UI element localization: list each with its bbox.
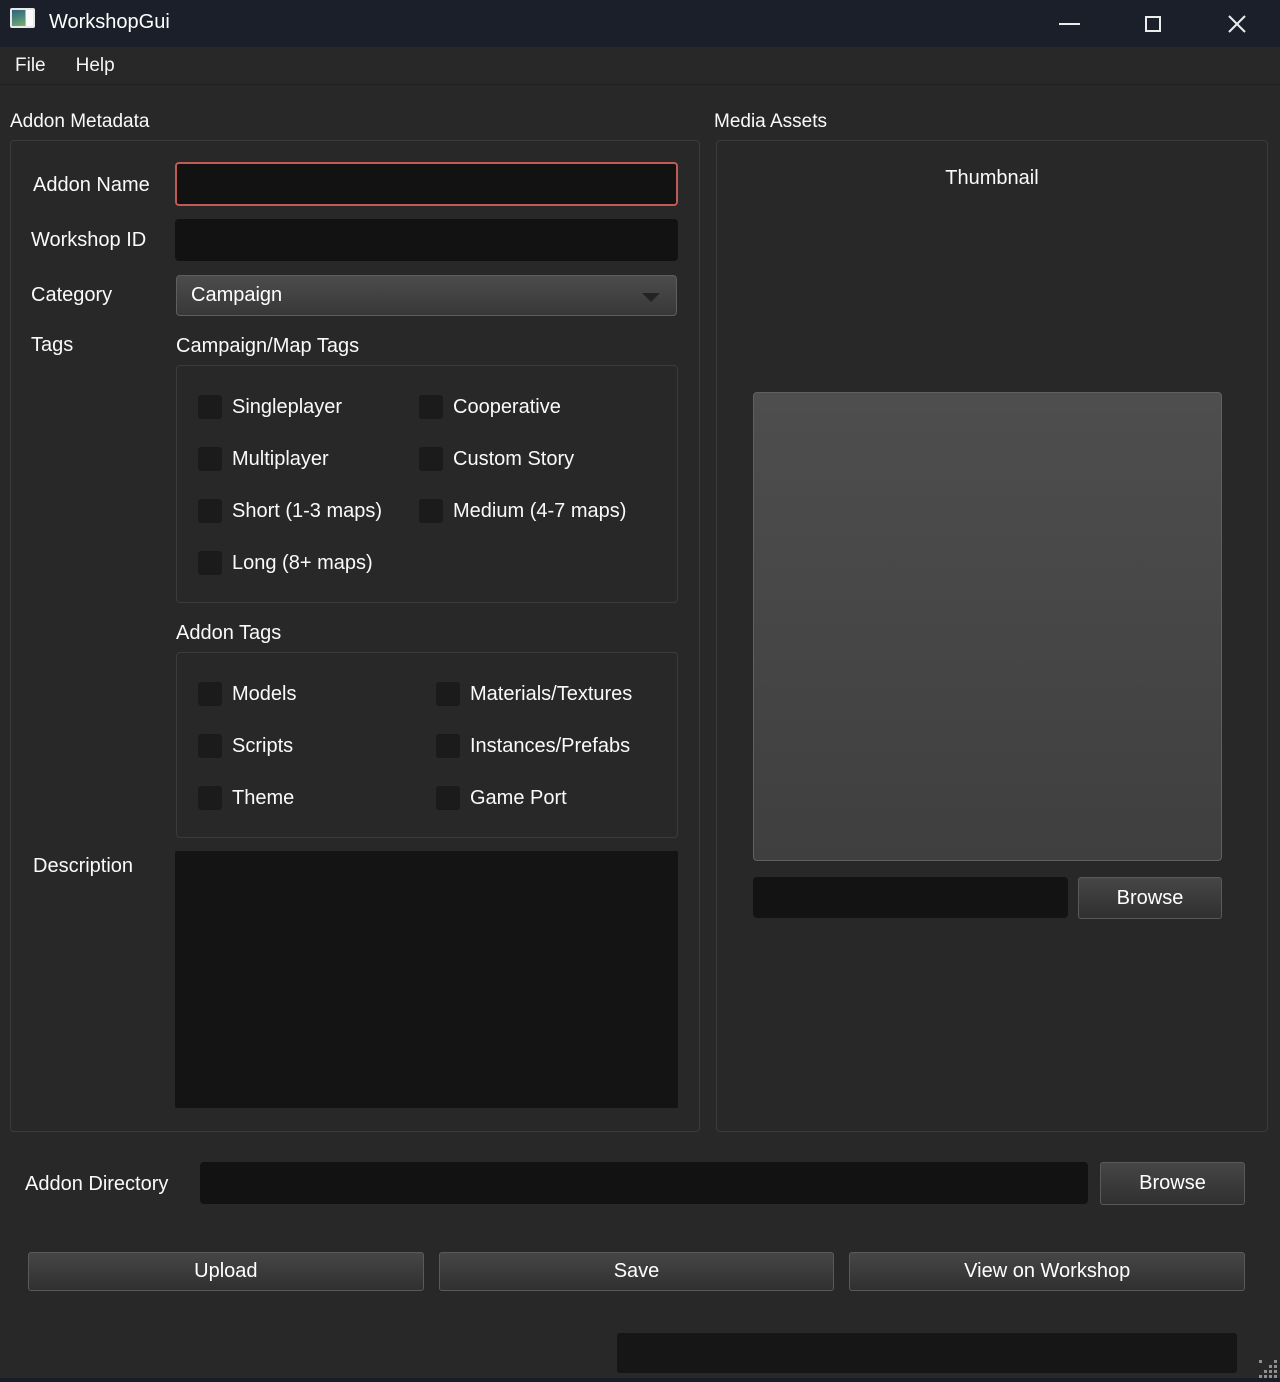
thumbnail-preview	[753, 392, 1222, 861]
status-field	[617, 1333, 1237, 1373]
checkbox[interactable]	[198, 551, 222, 575]
checkbox[interactable]	[419, 447, 443, 471]
checkbox[interactable]	[198, 447, 222, 471]
checkbox[interactable]	[436, 734, 460, 758]
minimize-icon	[1059, 23, 1080, 25]
addon-directory-label: Addon Directory	[25, 1173, 168, 1196]
window-bottom-edge	[0, 1378, 1280, 1382]
category-dropdown[interactable]: Campaign	[176, 275, 677, 316]
close-icon	[1227, 14, 1247, 34]
checkbox-label: Multiplayer	[232, 448, 329, 471]
campaign-tags-grid: Singleplayer Cooperative Multiplayer Cus…	[198, 395, 658, 575]
campaign-tag-option[interactable]: Singleplayer	[198, 395, 419, 419]
action-button[interactable]: View on Workshop	[849, 1252, 1245, 1291]
chevron-down-icon	[642, 293, 660, 302]
addon-tags-grid: Models Materials/Textures Scripts Instan…	[198, 682, 658, 810]
checkbox[interactable]	[198, 786, 222, 810]
campaign-tag-option[interactable]: Custom Story	[419, 447, 658, 471]
checkbox-label: Theme	[232, 787, 294, 810]
checkbox-label: Medium (4-7 maps)	[453, 500, 626, 523]
campaign-tags-title: Campaign/Map Tags	[176, 335, 359, 358]
minimize-button[interactable]	[1046, 0, 1092, 47]
window-title: WorkshopGui	[49, 11, 170, 34]
checkbox-label: Long (8+ maps)	[232, 552, 373, 575]
maximize-icon	[1145, 16, 1161, 32]
workshop-id-input[interactable]	[175, 219, 678, 261]
addon-tag-option[interactable]: Game Port	[436, 786, 658, 810]
checkbox[interactable]	[198, 734, 222, 758]
checkbox[interactable]	[419, 499, 443, 523]
checkbox-label: Custom Story	[453, 448, 574, 471]
app-icon	[10, 8, 35, 28]
checkbox[interactable]	[419, 395, 443, 419]
app-icon-page	[25, 10, 33, 26]
checkbox-label: Singleplayer	[232, 396, 342, 419]
addon-name-label: Addon Name	[33, 174, 150, 197]
addon-tags-title: Addon Tags	[176, 622, 281, 645]
addon-tag-option[interactable]: Models	[198, 682, 436, 706]
checkbox-label: Materials/Textures	[470, 683, 632, 706]
checkbox-label: Scripts	[232, 735, 293, 758]
addon-directory-input[interactable]	[200, 1162, 1088, 1204]
checkbox[interactable]	[198, 499, 222, 523]
checkbox-label: Short (1-3 maps)	[232, 500, 382, 523]
checkbox[interactable]	[436, 682, 460, 706]
menu-item[interactable]: Help	[61, 47, 130, 85]
workshop-id-label: Workshop ID	[31, 229, 146, 252]
actions-row: Upload Save View on Workshop	[28, 1252, 1245, 1291]
campaign-tag-option[interactable]: Long (8+ maps)	[198, 551, 419, 575]
addon-tag-option[interactable]: Theme	[198, 786, 436, 810]
addon-name-input[interactable]	[175, 162, 678, 206]
checkbox-label: Instances/Prefabs	[470, 735, 630, 758]
menubar: FileHelp	[0, 47, 1280, 85]
thumbnail-label: Thumbnail	[716, 167, 1268, 190]
menu-item[interactable]: File	[0, 47, 61, 85]
checkbox-label: Game Port	[470, 787, 567, 810]
checkbox[interactable]	[198, 682, 222, 706]
checkbox-label: Models	[232, 683, 296, 706]
addon-directory-browse-button[interactable]: Browse	[1100, 1162, 1245, 1205]
close-button[interactable]	[1214, 0, 1260, 47]
description-label: Description	[33, 855, 133, 878]
addon-tag-option[interactable]: Scripts	[198, 734, 436, 758]
resize-grip-icon[interactable]	[1259, 1360, 1277, 1378]
maximize-button[interactable]	[1130, 0, 1176, 47]
campaign-tag-option[interactable]: Medium (4-7 maps)	[419, 499, 658, 523]
action-button[interactable]: Save	[439, 1252, 835, 1291]
thumbnail-path-input[interactable]	[753, 877, 1068, 918]
thumbnail-browse-button[interactable]: Browse	[1078, 877, 1222, 919]
app-window: WorkshopGui FileHelp Addon Metadata Addo…	[0, 0, 1280, 1382]
titlebar: WorkshopGui	[0, 0, 1280, 47]
campaign-tag-option[interactable]: Cooperative	[419, 395, 658, 419]
tags-label: Tags	[31, 334, 73, 357]
checkbox-label: Cooperative	[453, 396, 561, 419]
addon-tag-option[interactable]: Instances/Prefabs	[436, 734, 658, 758]
checkbox[interactable]	[436, 786, 460, 810]
category-selected-value: Campaign	[191, 284, 282, 307]
campaign-tag-option[interactable]: Multiplayer	[198, 447, 419, 471]
app-icon-image	[12, 10, 25, 26]
checkbox[interactable]	[198, 395, 222, 419]
media-section-title: Media Assets	[714, 111, 827, 133]
addon-tag-option[interactable]: Materials/Textures	[436, 682, 658, 706]
campaign-tag-option[interactable]: Short (1-3 maps)	[198, 499, 419, 523]
metadata-section-title: Addon Metadata	[10, 111, 149, 133]
category-label: Category	[31, 284, 112, 307]
action-button[interactable]: Upload	[28, 1252, 424, 1291]
description-textarea[interactable]	[175, 851, 678, 1108]
